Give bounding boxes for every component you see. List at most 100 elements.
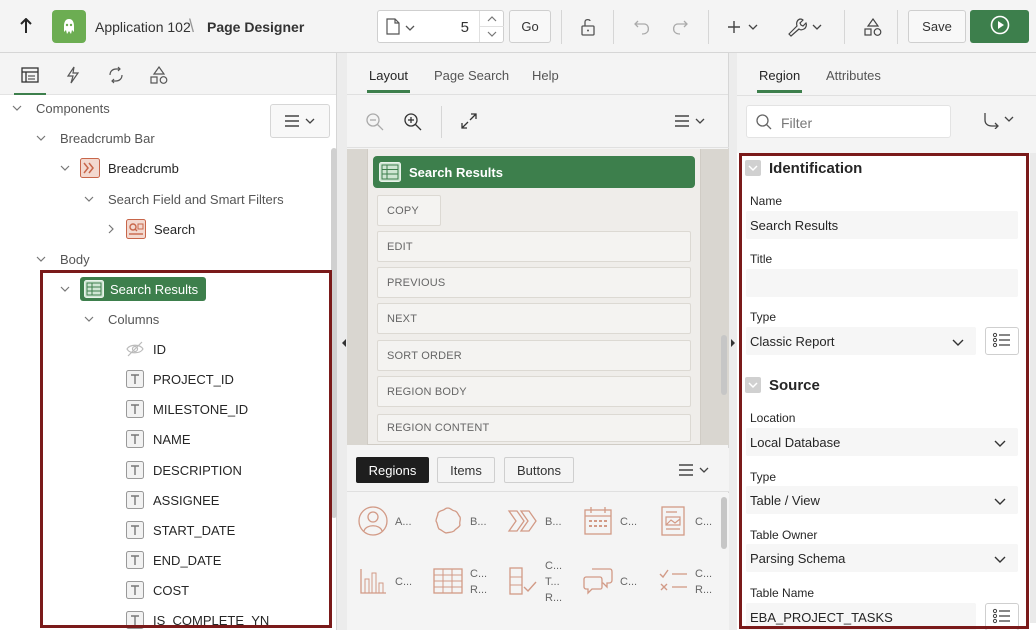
chevron-down-icon[interactable]: [10, 101, 24, 115]
name-field[interactable]: Search Results: [746, 211, 1018, 239]
save-button[interactable]: Save: [908, 10, 966, 43]
tree-node-column[interactable]: IS_COMPLETE_YN: [125, 605, 269, 630]
tree-node-column[interactable]: START_DATE: [125, 515, 235, 545]
tab-page-search[interactable]: Page Search: [434, 68, 509, 83]
tree-node-column[interactable]: ASSIGNEE: [125, 485, 219, 515]
run-button[interactable]: [970, 10, 1029, 43]
type-list-button[interactable]: [985, 327, 1019, 355]
tree-node-column[interactable]: DESCRIPTION: [125, 455, 242, 485]
tree-node-columns[interactable]: Columns: [82, 304, 159, 334]
zoom-out-icon[interactable]: [365, 112, 385, 135]
slot-region-content[interactable]: REGION CONTENT: [377, 414, 691, 442]
tree-node-column[interactable]: COST: [125, 575, 189, 605]
dynamic-actions-tab[interactable]: [61, 63, 85, 87]
tree-node-search-field[interactable]: Search Field and Smart Filters: [82, 184, 284, 214]
tree-menu-button[interactable]: [270, 104, 330, 138]
zoom-in-icon[interactable]: [403, 112, 423, 135]
tree-node-components[interactable]: Components: [10, 95, 110, 123]
go-to-group-button[interactable]: [969, 105, 1027, 138]
gallery-item[interactable]: B...: [507, 497, 577, 547]
layout-menu-icon[interactable]: [673, 114, 707, 131]
chevron-down-icon[interactable]: [58, 161, 72, 175]
up-arrow-icon[interactable]: [10, 12, 42, 40]
app-name-link[interactable]: Application 102: [95, 19, 191, 35]
page-number-input[interactable]: 5: [461, 19, 469, 36]
app-icon[interactable]: [52, 10, 86, 43]
tree-node-column[interactable]: NAME: [125, 424, 191, 454]
gallery-item[interactable]: C...: [357, 557, 427, 607]
chevron-down-icon[interactable]: [34, 252, 48, 266]
tab-layout[interactable]: Layout: [366, 68, 411, 93]
undo-icon[interactable]: [628, 12, 656, 42]
chevron-down-icon[interactable]: [745, 377, 761, 393]
gallery-item[interactable]: C... T... R...: [507, 557, 577, 607]
expand-icon[interactable]: [460, 112, 478, 133]
slot-edit[interactable]: EDIT: [377, 231, 691, 262]
gallery-item[interactable]: B...: [432, 497, 502, 547]
gallery-item[interactable]: C... R...: [432, 557, 502, 607]
chevron-right-icon[interactable]: [104, 222, 118, 236]
group-source[interactable]: Source: [745, 372, 820, 398]
slot-previous[interactable]: PREVIOUS: [377, 267, 691, 298]
tree-node-breadcrumb[interactable]: Breadcrumb: [58, 153, 179, 183]
processing-tab[interactable]: [104, 63, 128, 87]
canvas-scrollbar[interactable]: [721, 335, 727, 395]
go-button[interactable]: Go: [509, 10, 551, 43]
rendering-tab[interactable]: [14, 63, 46, 95]
lock-icon[interactable]: [574, 12, 602, 42]
group-identification[interactable]: Identification: [745, 155, 862, 181]
type-select[interactable]: Classic Report: [746, 327, 976, 355]
gallery-tab-buttons[interactable]: Buttons: [504, 457, 574, 483]
gallery-item[interactable]: C... R...: [657, 557, 727, 607]
chevron-down-icon[interactable]: [82, 312, 96, 326]
gallery-item[interactable]: C...: [657, 497, 727, 547]
region-search-results[interactable]: Search Results: [373, 156, 695, 188]
gallery-tab-regions[interactable]: Regions: [356, 457, 429, 483]
table-name-field[interactable]: EBA_PROJECT_TASKS: [746, 603, 976, 630]
table-name-list-button[interactable]: [985, 603, 1019, 630]
selected-node[interactable]: Search Results: [80, 277, 207, 301]
chevron-down-icon[interactable]: [82, 192, 96, 206]
chevron-down-icon[interactable]: [34, 131, 48, 145]
shared-components-tab[interactable]: [147, 63, 171, 87]
gallery-tab-items[interactable]: Items: [437, 457, 495, 483]
chevron-down-icon[interactable]: [405, 20, 415, 35]
tree-node-column[interactable]: ID: [125, 334, 166, 364]
filter-input[interactable]: Filter: [746, 105, 951, 138]
tab-region[interactable]: Region: [756, 68, 803, 93]
gallery-scrollbar[interactable]: [721, 497, 727, 549]
tab-help[interactable]: Help: [532, 68, 559, 83]
page-spinner[interactable]: [479, 11, 504, 42]
gallery-item[interactable]: C...: [582, 497, 652, 547]
tree-node-column[interactable]: MILESTONE_ID: [125, 394, 248, 424]
location-select[interactable]: Local Database: [746, 428, 1018, 456]
splitter-left[interactable]: [337, 53, 347, 630]
slot-sort-order[interactable]: SORT ORDER: [377, 340, 691, 371]
right-scrollbar[interactable]: [1030, 153, 1036, 623]
title-field[interactable]: [746, 269, 1018, 297]
slot-region-body[interactable]: REGION BODY: [377, 376, 691, 407]
redo-icon[interactable]: [666, 12, 694, 42]
tree-node-search[interactable]: Search: [104, 214, 195, 244]
page-selector[interactable]: 5: [377, 10, 504, 43]
table-owner-select[interactable]: Parsing Schema: [746, 544, 1018, 572]
chevron-down-icon[interactable]: [58, 282, 72, 296]
gallery-item[interactable]: A...: [357, 497, 427, 547]
tree-node-search-results[interactable]: Search Results: [58, 274, 207, 304]
go-to-group-icon: [981, 111, 1015, 132]
tree-node-body[interactable]: Body: [34, 244, 90, 274]
shapes-icon[interactable]: [860, 12, 886, 42]
wrench-icon[interactable]: [784, 12, 826, 42]
slot-copy[interactable]: COPY: [377, 195, 441, 226]
tab-attributes[interactable]: Attributes: [826, 68, 881, 83]
chevron-down-icon[interactable]: [745, 160, 761, 176]
slot-next[interactable]: NEXT: [377, 303, 691, 334]
gallery-menu-icon[interactable]: [677, 463, 711, 480]
splitter-right[interactable]: [729, 53, 737, 630]
source-type-select[interactable]: Table / View: [746, 486, 1018, 514]
gallery-item[interactable]: C...: [582, 557, 652, 607]
plus-icon[interactable]: [724, 12, 764, 42]
tree-node-breadcrumb-bar[interactable]: Breadcrumb Bar: [34, 123, 155, 153]
tree-node-column[interactable]: PROJECT_ID: [125, 364, 234, 394]
tree-node-column[interactable]: END_DATE: [125, 545, 221, 575]
